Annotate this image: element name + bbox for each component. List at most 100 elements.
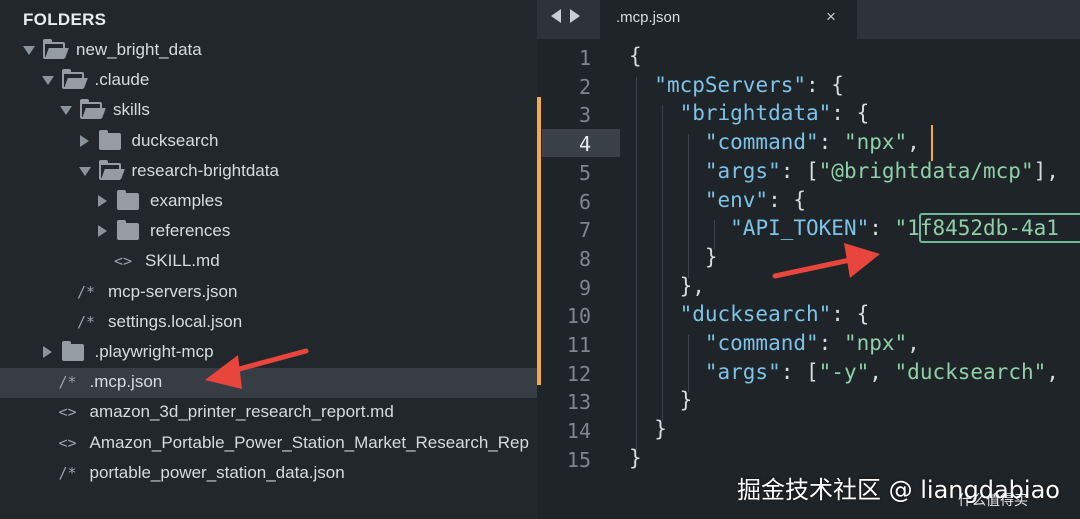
json-punctuation xyxy=(629,245,705,269)
chevron-right-icon[interactable] xyxy=(98,195,107,207)
indent-guide xyxy=(662,105,663,422)
code-line[interactable]: "command": "npx", xyxy=(629,331,920,355)
code-line[interactable]: "command": "npx", xyxy=(629,130,920,154)
line-number: 8 xyxy=(578,246,591,271)
json-string: "npx" xyxy=(843,331,908,355)
tree-folder-4[interactable]: ducksearch xyxy=(0,127,537,157)
line-number: 3 xyxy=(578,103,591,128)
text-caret xyxy=(931,125,933,161)
json-key: "args" xyxy=(704,359,781,384)
code-line[interactable]: "env": { xyxy=(629,188,806,212)
tree-item-label: mcp-servers.json xyxy=(108,281,238,301)
indent-guide xyxy=(714,220,715,249)
tree-file-10[interactable]: /* settings.local.json xyxy=(0,308,537,338)
code-line[interactable]: { xyxy=(629,44,642,68)
tree-file-14[interactable]: <> Amazon_Portable_Power_Station_Market_R… xyxy=(0,429,537,459)
tree-item-label: skills xyxy=(113,100,150,120)
code-line[interactable]: } xyxy=(629,388,693,413)
json-punctuation: , xyxy=(869,359,895,384)
tree-item-label: .playwright-mcp xyxy=(94,342,214,361)
code-line[interactable]: "args": ["-y", "ducksearch", xyxy=(629,360,1059,384)
json-punctuation: }, xyxy=(679,273,705,298)
code-line[interactable]: "args": ["@brightdata/mcp"], xyxy=(629,159,1059,183)
chevron-right-icon[interactable] xyxy=(79,134,89,147)
line-number: 4 xyxy=(578,132,591,157)
tree-file-15[interactable]: /* portable_power_station_data.json xyxy=(0,459,537,489)
json-string: "@brightdata/mcp" xyxy=(818,158,1034,183)
json-key: "command" xyxy=(704,331,819,355)
json-key: "mcpServers" xyxy=(654,72,807,97)
json-punctuation: : { xyxy=(768,187,807,212)
tree-file-12[interactable]: /* .mcp.json xyxy=(0,368,537,399)
line-number: 9 xyxy=(578,275,591,300)
json-punctuation: } xyxy=(679,388,693,413)
chevron-down-icon[interactable] xyxy=(23,46,35,55)
api-token-highlight-box xyxy=(919,213,1080,243)
folder-icon xyxy=(117,220,139,241)
tree-item-label: references xyxy=(150,221,231,241)
line-number: 5 xyxy=(578,160,591,185)
tree-folder-5[interactable]: research-brightdata xyxy=(0,157,537,187)
json-punctuation xyxy=(629,360,705,384)
tree-file-13[interactable]: <> amazon_3d_printer_research_report.md xyxy=(0,398,537,428)
line-number: 12 xyxy=(566,361,591,386)
code-line[interactable]: }, xyxy=(629,274,705,298)
json-file-icon: /* xyxy=(58,463,77,482)
code-line[interactable]: "brightdata": { xyxy=(629,101,870,126)
code-line[interactable]: "mcpServers": { xyxy=(629,73,844,97)
json-key: "ducksearch" xyxy=(679,302,832,327)
code-line[interactable]: "ducksearch": { xyxy=(629,302,870,327)
tab-bar: .mcp.json × xyxy=(537,0,1080,39)
tab-mcp-json[interactable]: .mcp.json × xyxy=(600,0,857,39)
json-punctuation xyxy=(629,73,654,97)
tree-folder-2[interactable]: .claude xyxy=(0,66,537,96)
indent-guide xyxy=(688,335,689,393)
tree-folder-1[interactable]: new_bright_data xyxy=(0,36,537,66)
back-arrow-icon[interactable] xyxy=(551,9,561,23)
tree-item-label: portable_power_station_data.json xyxy=(89,462,345,482)
line-number: 15 xyxy=(566,447,591,472)
code-file-icon: <> xyxy=(58,403,77,422)
json-file-icon: /* xyxy=(58,373,77,392)
json-key: "brightdata" xyxy=(679,101,832,126)
json-punctuation xyxy=(629,130,705,154)
chevron-down-icon[interactable] xyxy=(78,166,91,176)
json-punctuation: , xyxy=(1046,359,1059,384)
folder-icon xyxy=(61,341,84,361)
line-number: 10 xyxy=(566,304,591,329)
chevron-right-icon[interactable] xyxy=(98,225,107,238)
folder-icon xyxy=(98,129,121,150)
tree-folder-3[interactable]: skills xyxy=(0,96,537,126)
line-number: 14 xyxy=(566,419,591,444)
line-number: 13 xyxy=(566,390,591,415)
chevron-down-icon[interactable] xyxy=(60,106,72,116)
json-punctuation: : { xyxy=(806,72,844,97)
watermark-secondary: 什么值得买 xyxy=(958,493,1028,509)
chevron-down-icon[interactable] xyxy=(41,76,54,86)
sidebar-title: FOLDERS xyxy=(23,10,107,29)
chevron-right-icon[interactable] xyxy=(42,346,52,358)
tree-folder-6[interactable]: examples xyxy=(0,187,537,217)
tree-folder-11[interactable]: .playwright-mcp xyxy=(0,338,537,368)
json-punctuation: : { xyxy=(831,302,870,327)
indent-guide xyxy=(636,76,637,450)
json-punctuation: : xyxy=(869,216,895,241)
folder-open-icon xyxy=(61,69,84,90)
json-punctuation: } xyxy=(704,244,718,269)
json-string: "-y" xyxy=(818,359,870,384)
json-punctuation: , xyxy=(907,331,920,355)
close-icon[interactable]: × xyxy=(826,7,836,27)
forward-arrow-icon[interactable] xyxy=(570,9,580,23)
code-line[interactable]: } xyxy=(629,245,718,269)
tree-file-8[interactable]: <> SKILL.md xyxy=(0,247,537,277)
json-punctuation: } xyxy=(654,417,667,442)
tree-item-label: settings.local.json xyxy=(108,311,243,331)
tree-folder-7[interactable]: references xyxy=(0,217,537,247)
json-punctuation xyxy=(629,188,705,212)
json-punctuation: : xyxy=(818,331,844,355)
json-punctuation xyxy=(629,159,705,183)
tree-file-9[interactable]: /* mcp-servers.json xyxy=(0,278,537,308)
tree-item-label: new_bright_data xyxy=(76,40,202,59)
json-punctuation: , xyxy=(907,130,920,155)
sidebar: FOLDERS new_bright_data .claude skills duck… xyxy=(0,0,537,519)
